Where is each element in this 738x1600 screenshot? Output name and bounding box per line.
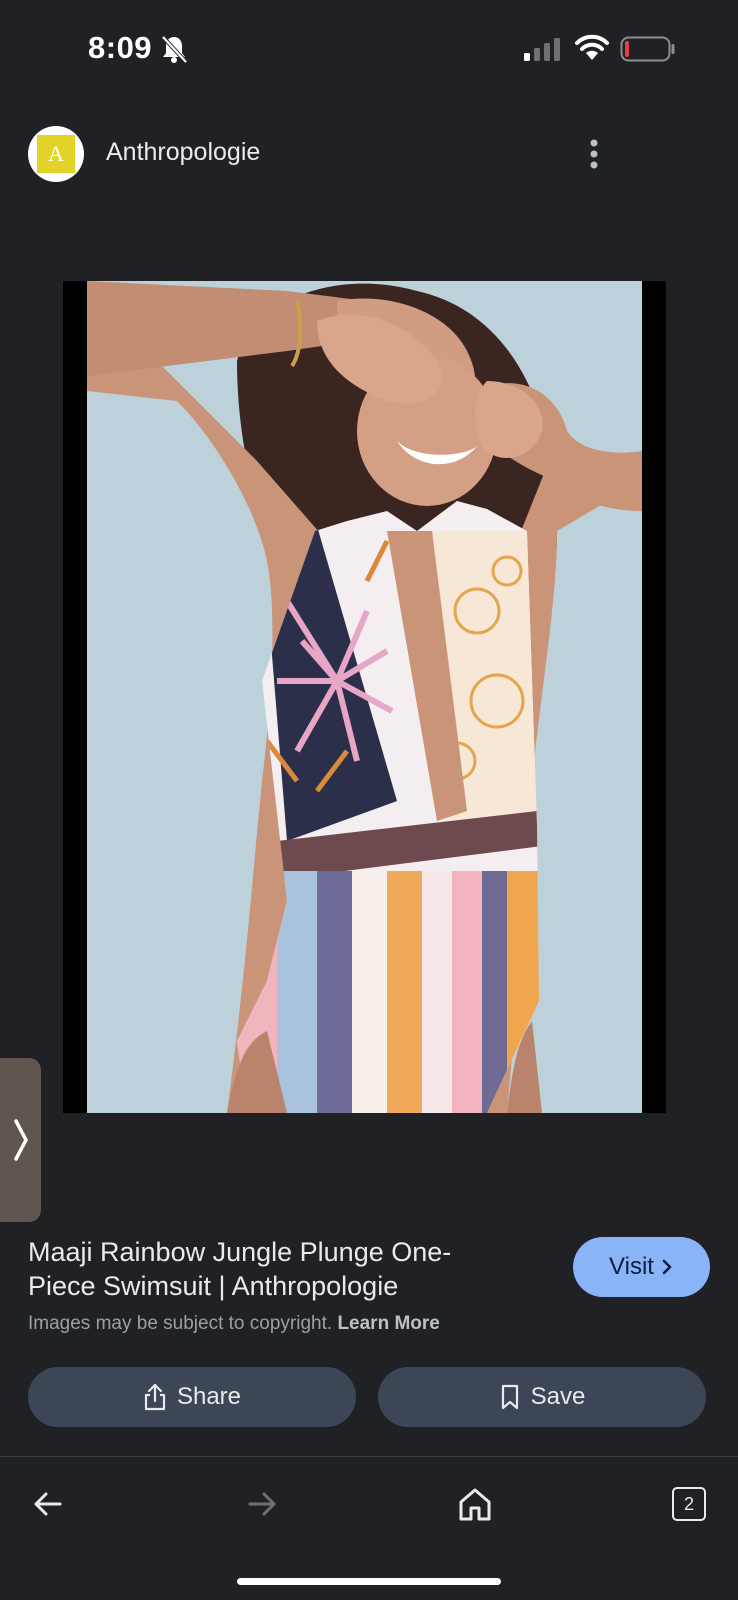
copyright-text: Images may be subject to copyright. — [28, 1313, 333, 1334]
source-name[interactable]: Anthropologie — [106, 138, 260, 167]
side-panel-handle[interactable] — [0, 1058, 41, 1222]
home-button[interactable] — [445, 1480, 505, 1528]
bell-off-icon — [160, 34, 188, 69]
copyright-notice: Images may be subject to copyright. Lear… — [28, 1313, 440, 1335]
back-button[interactable] — [18, 1480, 78, 1528]
status-time: 8:09 — [88, 30, 153, 65]
signal-icon — [522, 36, 562, 67]
chevron-right-icon — [13, 1119, 28, 1161]
image-preview[interactable] — [63, 281, 666, 1113]
learn-more-link[interactable]: Learn More — [337, 1313, 439, 1334]
home-indicator[interactable] — [237, 1578, 501, 1585]
bookmark-icon — [501, 1384, 518, 1410]
image-title[interactable]: Maaji Rainbow Jungle Plunge One-Piece Sw… — [28, 1235, 498, 1303]
wifi-icon — [574, 34, 610, 67]
divider — [0, 1456, 738, 1457]
more-options-button[interactable] — [576, 130, 612, 178]
avatar-letter: A — [37, 135, 75, 173]
visit-label: Visit — [609, 1253, 654, 1280]
home-icon — [459, 1488, 491, 1521]
status-bar: 8:09 — [0, 0, 738, 100]
source-header: A Anthropologie — [0, 112, 738, 192]
screen: 8:09 A Anthropologie Maaji Rainbow Jungl… — [0, 0, 738, 1600]
more-vertical-icon — [590, 139, 598, 169]
share-label: Share — [176, 1383, 242, 1410]
forward-button[interactable] — [232, 1480, 292, 1528]
battery-low-icon — [620, 36, 676, 67]
arrow-left-icon — [34, 1492, 62, 1516]
save-label: Save — [530, 1383, 586, 1410]
chevron-right-icon — [662, 1259, 672, 1275]
share-icon — [144, 1383, 166, 1411]
save-button[interactable]: Save — [378, 1367, 706, 1427]
arrow-right-icon — [248, 1492, 276, 1516]
swimsuit-photo — [87, 281, 642, 1113]
visit-button[interactable]: Visit — [573, 1237, 710, 1297]
share-button[interactable]: Share — [28, 1367, 356, 1427]
tab-count: 2 — [672, 1487, 706, 1521]
tabs-button[interactable]: 2 — [659, 1480, 719, 1528]
source-avatar[interactable]: A — [28, 126, 84, 182]
